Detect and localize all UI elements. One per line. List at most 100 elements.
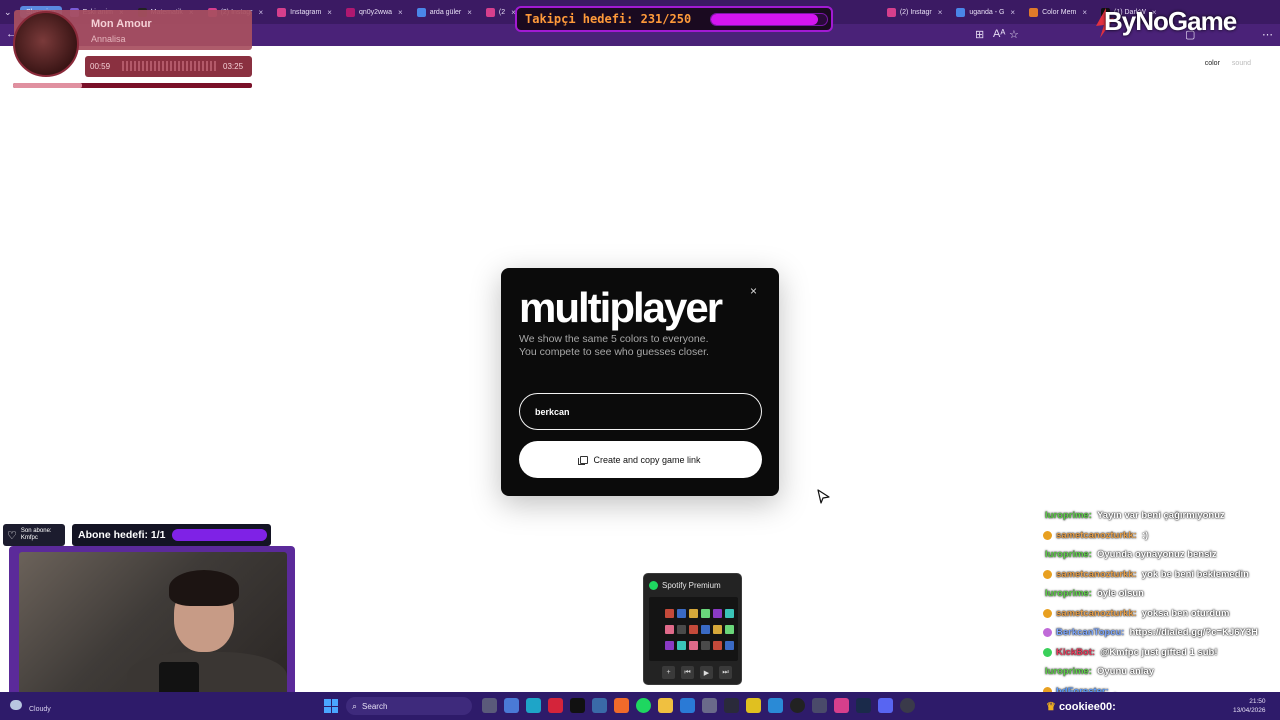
waveform (122, 61, 217, 71)
vscode-icon[interactable] (768, 698, 783, 713)
create-game-link-button[interactable]: Create and copy game link (519, 441, 762, 478)
spotify-thumb-tile (713, 609, 722, 618)
color-link[interactable]: color (1205, 60, 1220, 67)
app-monitor-icon[interactable] (592, 698, 607, 713)
stream-username-label: cookiee00: (1058, 701, 1116, 713)
discord-icon[interactable] (878, 698, 893, 713)
browser-tab[interactable]: (2) Instagr × (881, 1, 949, 23)
spotify-app-icon[interactable] (636, 698, 651, 713)
app-pink-icon[interactable] (834, 698, 849, 713)
spotify-thumb-tile (689, 625, 698, 634)
tab-close-icon[interactable]: × (398, 8, 403, 17)
app-blue-icon[interactable] (680, 698, 695, 713)
subscriber-goal-widget: Abone hedefi: 1/1 (72, 524, 271, 546)
task-view-icon[interactable] (482, 698, 497, 713)
spotify-next-icon[interactable]: ⏭ (719, 666, 732, 679)
file-explorer-icon[interactable] (658, 698, 673, 713)
tab-label: uganda - G (969, 8, 1005, 16)
spotify-play-icon[interactable]: ▶ (700, 666, 713, 679)
chat-username: KickBot: (1056, 646, 1096, 658)
spotify-window-thumbnail (649, 597, 738, 661)
spotify-controls: + ⏮ ▶ ⏭ (662, 666, 732, 679)
app-dark-icon[interactable] (724, 698, 739, 713)
more-icon[interactable]: ⋯ (1262, 28, 1273, 41)
spotify-thumb-tile (689, 641, 698, 650)
chat-message: luroprime: Yayın var beni çağırmıyonuz (1043, 506, 1280, 526)
apps-grid-icon[interactable] (812, 698, 827, 713)
tab-close-icon[interactable]: × (258, 8, 263, 17)
taskbar-search-placeholder: Search (362, 701, 388, 711)
spotify-thumb-tile (725, 625, 734, 634)
close-icon[interactable]: × (750, 284, 757, 298)
app-obs-icon[interactable] (790, 698, 805, 713)
apple-tv-icon[interactable] (570, 698, 585, 713)
tab-close-icon[interactable]: × (467, 8, 472, 17)
subscriber-goal-label: Abone hedefi: 1/1 (78, 529, 166, 541)
follower-goal-label: Takipçi hedefi: 231/250 (525, 12, 692, 26)
spotify-prev-icon[interactable]: ⏮ (681, 666, 694, 679)
system-clock: 21:50 13/04/2026 (1233, 697, 1266, 715)
song-progress-fill (13, 83, 82, 88)
follower-goal-fill (711, 14, 819, 25)
follower-goal-bar (710, 13, 828, 26)
tab-favicon-icon (1029, 7, 1039, 17)
chat-username: luroprime: (1045, 510, 1092, 522)
chat-message: luroprime: öyle olsun (1043, 584, 1280, 604)
media-player-icon[interactable] (900, 698, 915, 713)
browser-tab[interactable]: arda güler × (411, 1, 478, 23)
chat-badge-icon (1043, 647, 1052, 657)
app-gray-icon[interactable] (702, 698, 717, 713)
favorite-icon[interactable]: ☆ (1009, 28, 1019, 41)
chat-username: sametcanozturkk: (1056, 529, 1137, 541)
tab-label: qn0y2wwa (358, 8, 393, 16)
tab-close-icon[interactable]: × (938, 8, 943, 17)
app-yellow-icon[interactable] (746, 698, 761, 713)
modal-title: multiplayer (519, 284, 723, 331)
chat-text: :) (1141, 529, 1149, 541)
tab-favicon-icon (345, 7, 355, 17)
reader-icon[interactable]: Aᴬ (993, 28, 1005, 40)
song-total: 03:25 (223, 62, 244, 71)
chat-username: BerkcanTopcu: (1056, 627, 1125, 639)
copilot-icon[interactable] (504, 698, 519, 713)
chat-text: Oyunda oynayonuz bensiz (1096, 549, 1217, 561)
player-name-input[interactable] (519, 393, 762, 430)
browser-tab[interactable]: Color Mem × (1023, 1, 1093, 23)
tab-close-icon[interactable]: × (1010, 8, 1015, 17)
taskbar-search[interactable]: ⌕ Search (346, 697, 472, 715)
tab-close-icon[interactable]: × (327, 8, 332, 17)
subscriber-goal-bar (172, 529, 267, 541)
extensions-icon[interactable]: ⊞ (975, 28, 984, 41)
spotify-thumb-tile (689, 609, 698, 618)
browser-tab[interactable]: Instagram × (271, 1, 338, 23)
modal-description: We show the same 5 colors to everyone. Y… (519, 333, 759, 358)
browser-tab[interactable]: uganda - G × (950, 1, 1021, 23)
spotify-thumb-tile (701, 641, 710, 650)
spotify-add-icon[interactable]: + (662, 666, 675, 679)
sound-link[interactable]: sound (1232, 60, 1251, 67)
spotify-thumb-tile (725, 609, 734, 618)
chat-message: KickBot: @Kmfpc just gifted 1 sub! (1043, 643, 1280, 663)
app-steam-icon[interactable] (856, 698, 871, 713)
chat-text: Oyunu anlay (1096, 666, 1154, 678)
app-red-icon[interactable] (548, 698, 563, 713)
copy-icon (578, 455, 589, 465)
browser-tab[interactable]: qn0y2wwa × (340, 1, 409, 23)
song-artist: Annalisa (91, 34, 126, 44)
start-button[interactable] (324, 699, 338, 713)
description-line-1: We show the same 5 colors to everyone. (519, 333, 709, 345)
tab-favicon-icon (416, 7, 426, 17)
spotify-taskbar-preview[interactable]: Spotify Premium + ⏮ ▶ ⏭ (643, 573, 742, 685)
chat-username: luroprime: (1045, 588, 1092, 600)
tab-label: Color Mem (1042, 8, 1077, 16)
app-orange-icon[interactable] (614, 698, 629, 713)
spotify-icon (649, 581, 658, 590)
chat-badge-icon (1043, 569, 1052, 579)
spotify-thumb-tile (713, 641, 722, 650)
edge-icon[interactable] (526, 698, 541, 713)
tab-close-icon[interactable]: × (1082, 8, 1087, 17)
spotify-thumb-tile (665, 625, 674, 634)
chat-message: luroprime: Oyunda oynayonuz bensiz (1043, 545, 1280, 565)
spotify-thumb-tile (725, 641, 734, 650)
tab-favicon-icon (485, 7, 495, 17)
